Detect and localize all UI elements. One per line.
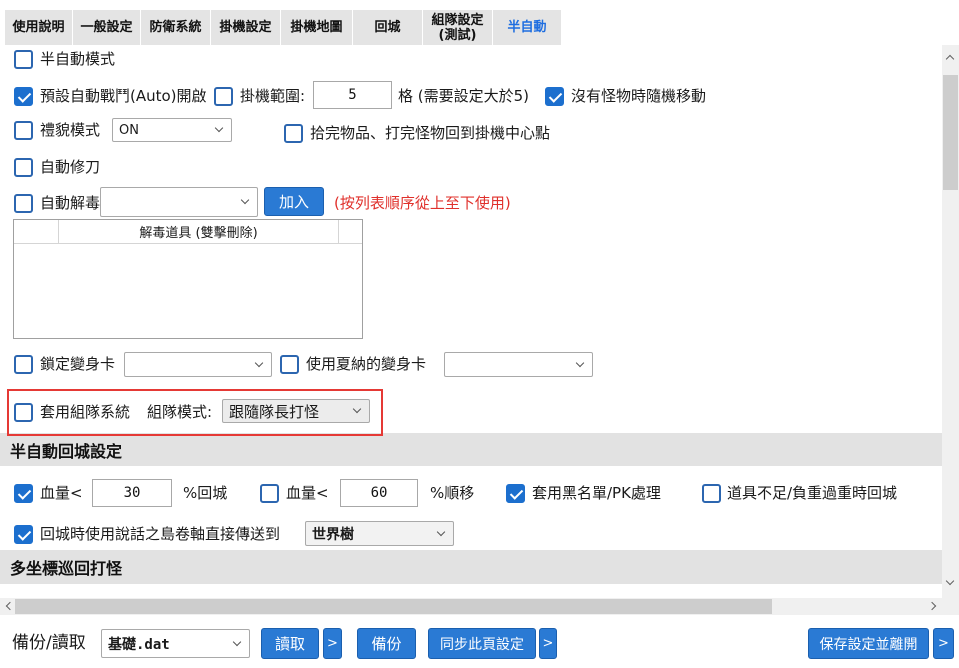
idle-range-label: 掛機範圍: [240, 87, 306, 105]
tab-defense-system[interactable]: 防衛系統 [141, 10, 210, 45]
list-header-blank-column [14, 220, 59, 243]
hp-teleport-label: 血量< [286, 484, 329, 502]
chevron-down-icon [232, 637, 242, 646]
chevron-down-icon [240, 195, 250, 205]
semi-auto-mode-checkbox[interactable] [14, 50, 33, 69]
hp-teleport-suffix: %順移 [430, 484, 475, 502]
shana-transform-checkbox[interactable] [280, 355, 299, 374]
detox-item-select[interactable] [100, 187, 258, 217]
load-button[interactable]: 讀取 [261, 628, 319, 659]
hp-return-suffix: %回城 [183, 484, 228, 502]
scroll-teleport-label: 回城時使用說話之島卷軸直接傳送到 [40, 525, 281, 543]
load-more-button[interactable]: > [323, 628, 342, 659]
config-file-value: 基礎.dat [108, 636, 170, 653]
tab-idle-map[interactable]: 掛機地圖 [281, 10, 352, 45]
random-move-checkbox[interactable] [545, 87, 564, 106]
blacklist-label: 套用黑名單/PK處理 [532, 484, 661, 502]
chevron-down-icon [214, 123, 224, 133]
tab-label: 掛機地圖 [290, 20, 343, 35]
lock-transform-select[interactable] [124, 352, 272, 377]
auto-battle-checkbox[interactable] [14, 87, 33, 106]
tab-semi-auto[interactable]: 半自動 [493, 10, 561, 45]
polite-mode-checkbox[interactable] [14, 121, 33, 140]
idle-range-input[interactable] [313, 81, 392, 109]
polite-mode-select[interactable]: ON [112, 118, 232, 142]
scrollbar-corner [942, 598, 959, 615]
hp-teleport-checkbox[interactable] [260, 484, 279, 503]
tab-label: 回城 [374, 20, 401, 35]
auto-repair-label: 自動修刀 [40, 158, 101, 176]
sync-more-button[interactable]: > [539, 628, 557, 659]
save-more-button[interactable]: > [933, 628, 954, 659]
tab-general-settings[interactable]: 一般設定 [73, 10, 140, 45]
config-file-select[interactable]: 基礎.dat [101, 629, 250, 658]
idle-range-checkbox[interactable] [214, 87, 233, 106]
hp-teleport-input[interactable] [340, 479, 418, 507]
chevron-down-icon [575, 358, 585, 367]
chevron-right-icon[interactable] [927, 601, 937, 611]
scroll-teleport-checkbox[interactable] [14, 525, 33, 544]
lock-transform-checkbox[interactable] [14, 355, 33, 374]
return-section-header: 半自動回城設定 [0, 433, 942, 466]
hp-return-input[interactable] [92, 479, 172, 507]
item-shortage-checkbox[interactable] [702, 484, 721, 503]
party-settings-highlight [7, 389, 383, 436]
tab-label: 一般設定 [80, 20, 133, 35]
detox-order-hint: (按列表順序從上至下使用) [334, 194, 511, 212]
horizontal-scrollbar[interactable] [0, 598, 942, 615]
polite-mode-value: ON [119, 122, 139, 138]
teleport-destination-value: 世界樹 [312, 526, 354, 543]
shana-transform-label: 使用夏納的變身卡 [306, 355, 427, 373]
item-shortage-label: 道具不足/負重過重時回城 [727, 484, 898, 502]
semi-auto-mode-label: 半自動模式 [40, 50, 116, 68]
backup-load-label: 備份/讀取 [12, 633, 86, 653]
tab-label-line2: (測試) [438, 27, 477, 43]
tab-party-settings[interactable]: 組隊設定 (測試) [423, 10, 492, 45]
chevron-down-icon[interactable] [945, 576, 955, 586]
vertical-scrollbar[interactable] [942, 45, 959, 598]
idle-range-unit: 格 (需要設定大於5) [398, 87, 530, 105]
backup-button[interactable]: 備份 [357, 628, 416, 659]
tab-label: 掛機設定 [219, 20, 272, 35]
list-header: 解毒道具 (雙擊刪除) [14, 220, 362, 244]
sync-page-button[interactable]: 同步此頁設定 [428, 628, 536, 659]
auto-battle-label: 預設自動戰鬥(Auto)開啟 [40, 87, 207, 105]
hp-return-label: 血量< [40, 484, 83, 502]
vertical-scroll-thumb[interactable] [943, 75, 958, 190]
random-move-label: 沒有怪物時隨機移動 [571, 87, 707, 105]
auto-detox-label: 自動解毒 [40, 194, 101, 212]
polite-mode-label: 禮貌模式 [40, 121, 101, 139]
detox-item-list[interactable]: 解毒道具 (雙擊刪除) [13, 219, 363, 339]
blacklist-checkbox[interactable] [506, 484, 525, 503]
chevron-up-icon[interactable] [945, 54, 955, 64]
tab-usage-guide[interactable]: 使用說明 [5, 10, 72, 45]
lock-transform-label: 鎖定變身卡 [40, 355, 116, 373]
section-title: 半自動回城設定 [10, 441, 123, 461]
auto-repair-checkbox[interactable] [14, 158, 33, 177]
hp-return-checkbox[interactable] [14, 484, 33, 503]
tab-label: 防衛系統 [149, 20, 202, 35]
return-center-label: 拾完物品、打完怪物回到掛機中心點 [310, 124, 551, 142]
list-header-filler-column [339, 220, 362, 243]
return-center-checkbox[interactable] [284, 124, 303, 143]
teleport-destination-select[interactable]: 世界樹 [305, 521, 454, 546]
chevron-left-icon[interactable] [5, 601, 15, 611]
tab-label: 半自動 [507, 20, 547, 35]
shana-transform-select[interactable] [444, 352, 593, 377]
tab-label-line1: 組隊設定 [431, 12, 484, 28]
tab-return-town[interactable]: 回城 [353, 10, 422, 45]
tab-label: 使用說明 [12, 20, 65, 35]
horizontal-scroll-thumb[interactable] [15, 599, 772, 614]
tab-idle-settings[interactable]: 掛機設定 [211, 10, 280, 45]
chevron-down-icon [254, 358, 264, 367]
section-title: 多坐標巡回打怪 [10, 559, 123, 578]
chevron-down-icon [436, 527, 446, 536]
patrol-section-header: 多坐標巡回打怪 [0, 550, 942, 584]
save-and-exit-button[interactable]: 保存設定並離開 [808, 628, 929, 659]
detox-item-column-header[interactable]: 解毒道具 (雙擊刪除) [59, 220, 339, 243]
auto-detox-checkbox[interactable] [14, 194, 33, 213]
add-detox-button[interactable]: 加入 [264, 187, 324, 216]
